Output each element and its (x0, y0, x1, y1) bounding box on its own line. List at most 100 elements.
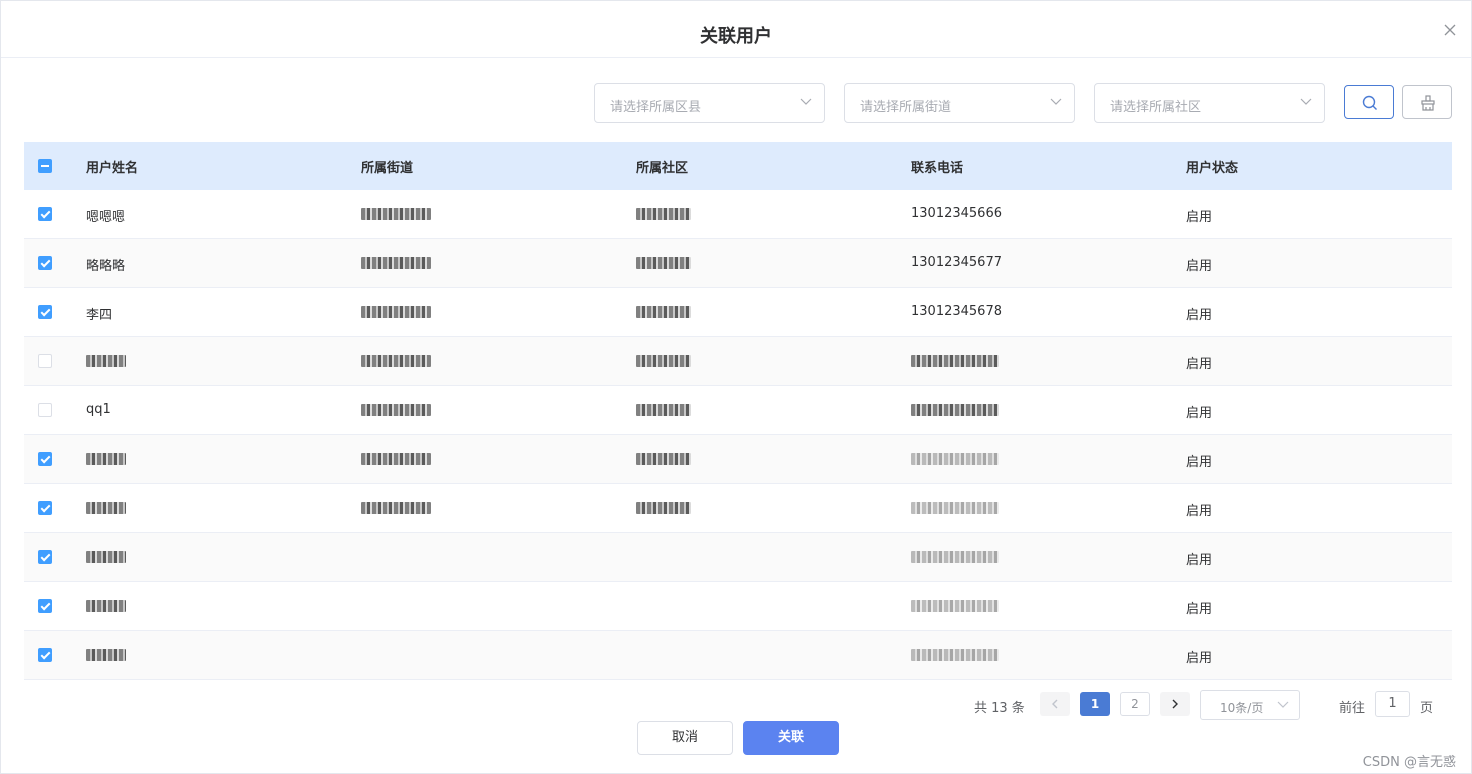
cell-street (361, 500, 431, 515)
cell-phone (911, 598, 999, 613)
cell-status: 启用 (1186, 210, 1213, 225)
redacted-text (911, 648, 999, 661)
redacted-text (361, 207, 431, 220)
close-icon[interactable] (1443, 23, 1457, 37)
table-row[interactable]: 启用 (24, 484, 1452, 533)
table-row[interactable]: 嗯嗯嗯 13012345666 启用 (24, 190, 1452, 239)
cell-status: 启用 (1186, 553, 1213, 568)
cell-status: 启用 (1186, 357, 1213, 372)
redacted-text (361, 305, 431, 318)
redacted-text (911, 354, 999, 367)
search-button[interactable] (1344, 85, 1394, 119)
watermark: CSDN @言无惑 (1362, 755, 1456, 770)
row-checkbox[interactable] (38, 648, 52, 662)
cell-name: 嗯嗯嗯 (86, 210, 126, 225)
community-placeholder: 请选择所属社区 (1110, 100, 1202, 115)
table-header: 用户姓名 所属街道 所属社区 联系电话 用户状态 (24, 142, 1452, 190)
table-row[interactable]: 启用 (24, 435, 1452, 484)
table-row[interactable]: qq1 启用 (24, 386, 1452, 435)
table-row[interactable]: 李四 13012345678 启用 (24, 288, 1452, 337)
table-body: 嗯嗯嗯 13012345666 启用 略略略 13012345677 启用 李四 130123… (24, 190, 1452, 680)
column-header-name: 用户姓名 (86, 161, 139, 176)
table-row[interactable]: 启用 (24, 631, 1452, 680)
column-header-street: 所属街道 (361, 161, 414, 176)
column-header-status: 用户状态 (1186, 161, 1239, 176)
cell-community (636, 353, 691, 368)
cell-status: 启用 (1186, 406, 1213, 421)
district-placeholder: 请选择所属区县 (610, 100, 702, 115)
chevron-right-icon (1172, 699, 1178, 709)
row-checkbox[interactable] (38, 501, 52, 515)
pagination-total: 共 13 条 (974, 701, 1025, 716)
row-checkbox[interactable] (38, 305, 52, 319)
chevron-down-icon (800, 98, 812, 105)
select-all-checkbox[interactable] (38, 159, 52, 173)
page-button-1[interactable]: 1 (1080, 692, 1110, 716)
cell-name: 略略略 (86, 259, 126, 274)
prev-page-button[interactable] (1040, 692, 1070, 716)
redacted-text (911, 403, 999, 416)
table-row[interactable]: 启用 (24, 582, 1452, 631)
cell-status: 启用 (1186, 455, 1213, 470)
next-page-button[interactable] (1160, 692, 1190, 716)
row-checkbox[interactable] (38, 403, 52, 417)
row-checkbox[interactable] (38, 207, 52, 221)
street-select[interactable]: 请选择所属街道 (844, 83, 1075, 123)
redacted-text (911, 550, 999, 563)
cell-name (86, 549, 126, 564)
cell-community (636, 255, 691, 270)
table-row[interactable]: 启用 (24, 533, 1452, 582)
row-checkbox[interactable] (38, 550, 52, 564)
chevron-down-icon (1277, 701, 1289, 708)
redacted-text (86, 452, 126, 465)
row-checkbox[interactable] (38, 599, 52, 613)
redacted-text (86, 501, 126, 514)
redacted-text (636, 501, 691, 514)
goto-suffix: 页 (1420, 701, 1434, 716)
redacted-text (86, 648, 126, 661)
community-select[interactable]: 请选择所属社区 (1094, 83, 1325, 123)
redacted-text (911, 501, 999, 514)
cell-phone (911, 353, 999, 368)
row-checkbox[interactable] (38, 452, 52, 466)
redacted-text (86, 599, 126, 612)
column-header-phone: 联系电话 (911, 161, 964, 176)
cell-phone: 13012345666 (911, 206, 1002, 221)
brush-icon (1421, 95, 1435, 111)
cancel-button[interactable]: 取消 (637, 721, 733, 755)
cell-community (636, 304, 691, 319)
redacted-text (636, 354, 691, 367)
cell-status: 启用 (1186, 308, 1213, 323)
cell-phone (911, 549, 999, 564)
cell-status: 启用 (1186, 602, 1213, 617)
cell-street (361, 255, 431, 270)
goto-page-input[interactable]: 1 (1375, 691, 1410, 717)
redacted-text (361, 452, 431, 465)
chevron-left-icon (1052, 699, 1058, 709)
cell-status: 启用 (1186, 259, 1213, 274)
goto-label: 前往 (1339, 701, 1366, 716)
cell-phone (911, 647, 999, 662)
cell-phone: 13012345678 (911, 304, 1002, 319)
row-checkbox[interactable] (38, 354, 52, 368)
search-icon (1362, 95, 1377, 110)
street-placeholder: 请选择所属街道 (860, 100, 952, 115)
cell-phone (911, 402, 999, 417)
cell-name (86, 598, 126, 613)
row-checkbox[interactable] (38, 256, 52, 270)
cell-name (86, 353, 126, 368)
table-row[interactable]: 略略略 13012345677 启用 (24, 239, 1452, 288)
chevron-down-icon (1300, 98, 1312, 105)
dialog-title: 关联用户 (700, 26, 772, 47)
cell-street (361, 402, 431, 417)
page-size-select[interactable]: 10条/页 (1200, 690, 1300, 720)
district-select[interactable]: 请选择所属区县 (594, 83, 825, 123)
reset-button[interactable] (1402, 85, 1452, 119)
page-button-2[interactable]: 2 (1120, 692, 1150, 716)
redacted-text (361, 256, 431, 269)
cell-street (361, 304, 431, 319)
table-row[interactable]: 启用 (24, 337, 1452, 386)
cell-community (636, 500, 691, 515)
cell-phone (911, 500, 999, 515)
associate-button[interactable]: 关联 (743, 721, 839, 755)
